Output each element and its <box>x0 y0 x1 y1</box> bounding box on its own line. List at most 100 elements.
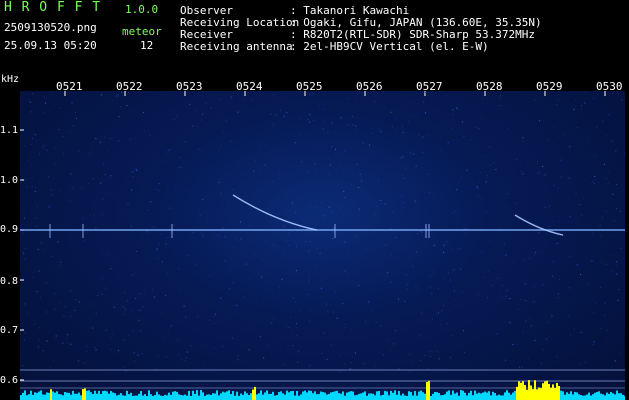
noise-pixel <box>460 248 462 250</box>
noise-pixel <box>544 207 546 208</box>
noise-pixel <box>616 184 618 186</box>
noise-pixel <box>317 199 318 201</box>
noise-pixel <box>220 192 222 194</box>
noise-pixel <box>135 168 137 170</box>
noise-pixel <box>145 294 147 296</box>
noise-pixel <box>348 276 350 278</box>
noise-pixel <box>316 248 318 249</box>
meteor-count: 12 <box>140 39 154 52</box>
noise-pixel <box>132 273 134 275</box>
meter-bar <box>578 394 580 400</box>
noise-pixel <box>24 339 26 341</box>
meter-bar <box>544 381 546 400</box>
noise-pixel <box>121 91 123 93</box>
noise-pixel <box>201 149 203 151</box>
noise-pixel <box>405 168 406 170</box>
meter-bar <box>54 392 56 400</box>
meter-bar <box>172 391 174 400</box>
noise-pixel <box>272 235 274 237</box>
noise-pixel <box>46 340 48 342</box>
noise-pixel <box>110 175 112 177</box>
noise-pixel <box>62 342 64 344</box>
meter-bar <box>150 394 152 400</box>
noise-pixel <box>563 234 565 236</box>
noise-pixel <box>453 290 455 292</box>
noise-pixel <box>470 139 472 141</box>
meter-bar <box>84 388 86 400</box>
meter-bar <box>170 394 172 400</box>
noise-pixel <box>354 129 356 131</box>
noise-pixel <box>30 111 32 113</box>
meter-bar <box>358 393 360 400</box>
meter-bar <box>382 394 384 400</box>
noise-pixel <box>411 362 413 364</box>
noise-pixel <box>132 330 134 332</box>
noise-pixel <box>509 322 511 324</box>
meter-bar <box>430 395 432 400</box>
noise-pixel <box>542 349 544 351</box>
y-axis-label: kHz <box>1 74 20 85</box>
noise-pixel <box>243 296 245 298</box>
noise-pixel <box>254 160 256 162</box>
noise-pixel <box>351 183 352 185</box>
noise-pixel <box>111 100 113 102</box>
noise-pixel <box>253 110 255 112</box>
noise-pixel <box>359 173 361 175</box>
noise-pixel <box>187 189 188 191</box>
noise-pixel <box>392 211 394 213</box>
noise-pixel <box>314 163 316 165</box>
noise-pixel <box>406 288 408 290</box>
noise-pixel <box>374 365 376 367</box>
file-name: 2509130520.png <box>4 21 97 34</box>
meter-bar <box>234 395 236 400</box>
noise-pixel <box>370 309 372 311</box>
noise-pixel <box>195 264 197 266</box>
noise-pixel <box>184 141 186 143</box>
meter-bar <box>300 394 302 400</box>
noise-pixel <box>540 316 542 318</box>
noise-pixel <box>424 354 426 356</box>
noise-pixel <box>242 99 244 101</box>
noise-pixel <box>390 111 392 113</box>
meter-bar <box>576 392 578 400</box>
noise-pixel <box>86 350 88 352</box>
noise-pixel <box>507 127 509 129</box>
meter-bar <box>216 390 218 400</box>
meter-bar <box>38 391 40 400</box>
noise-pixel <box>120 212 122 214</box>
noise-pixel <box>616 208 617 210</box>
noise-pixel <box>95 349 97 351</box>
noise-pixel <box>525 320 527 322</box>
noise-pixel <box>136 170 138 171</box>
noise-pixel <box>28 99 30 101</box>
noise-pixel <box>213 323 215 325</box>
meter-bar <box>278 392 280 400</box>
noise-pixel <box>244 196 246 198</box>
noise-pixel <box>380 289 382 291</box>
noise-pixel <box>293 297 295 299</box>
meteor-label: meteor <box>122 25 162 38</box>
noise-pixel <box>148 209 149 211</box>
noise-pixel <box>343 190 345 192</box>
noise-pixel <box>156 248 158 250</box>
noise-pixel <box>593 183 595 185</box>
meter-bar <box>338 393 340 400</box>
noise-pixel <box>237 111 239 113</box>
noise-pixel <box>522 173 524 175</box>
meter-bar <box>454 393 456 400</box>
noise-pixel <box>98 292 99 294</box>
noise-pixel <box>309 309 311 311</box>
noise-pixel <box>216 235 218 237</box>
noise-pixel <box>47 176 49 178</box>
noise-pixel <box>581 105 582 106</box>
meter-bar <box>296 390 298 400</box>
meter-bar <box>108 393 110 400</box>
noise-pixel <box>584 362 586 363</box>
noise-pixel <box>606 134 608 136</box>
meter-bar <box>192 390 194 400</box>
meter-bar <box>384 390 386 400</box>
noise-pixel <box>220 98 221 100</box>
noise-pixel <box>525 300 527 302</box>
noise-pixel <box>505 295 507 297</box>
noise-pixel <box>340 165 342 167</box>
